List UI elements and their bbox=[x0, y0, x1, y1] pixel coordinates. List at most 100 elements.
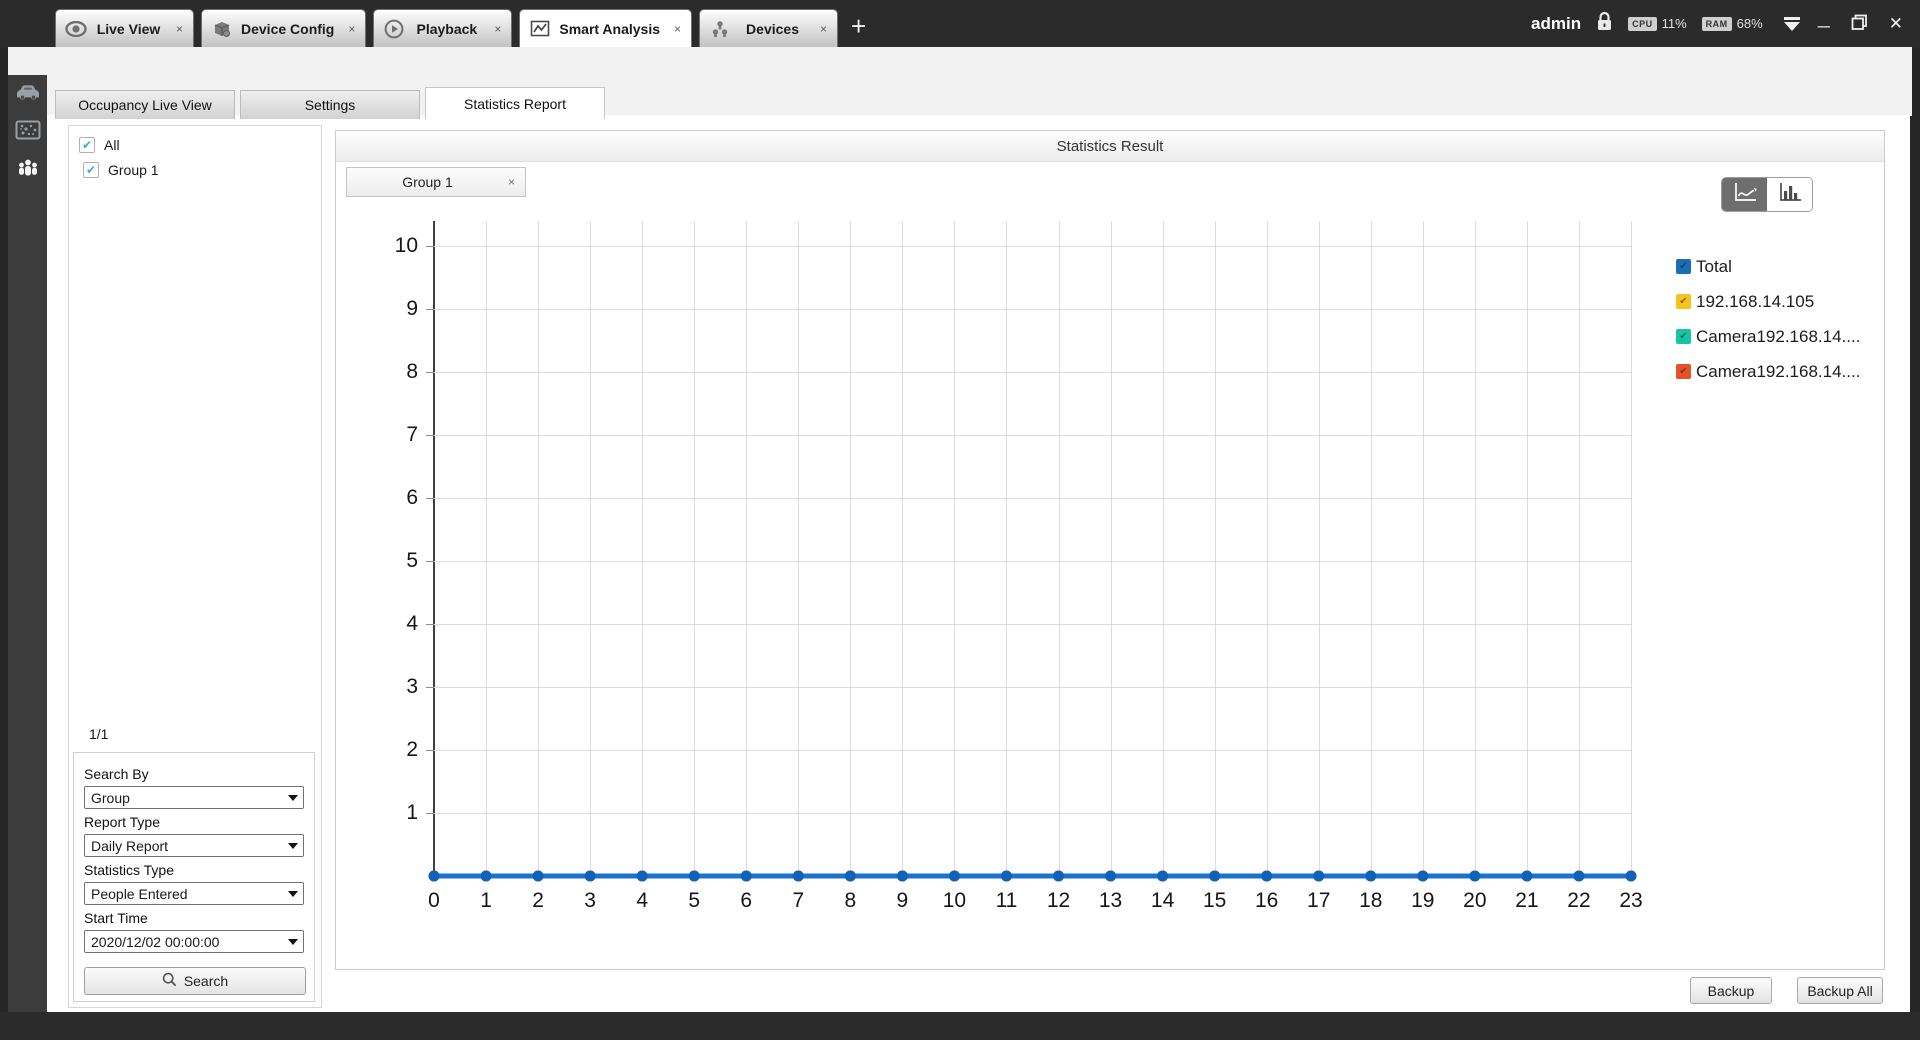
data-point bbox=[740, 870, 752, 882]
y-tick-label: 2 bbox=[406, 738, 418, 761]
x-tick-label: 20 bbox=[1463, 889, 1487, 912]
tab-close-icon[interactable]: × bbox=[170, 22, 183, 36]
tab-close-icon[interactable]: × bbox=[488, 22, 501, 36]
data-point bbox=[1469, 870, 1481, 882]
sidebar-item-anpr[interactable] bbox=[8, 75, 47, 113]
subtab-occupancy-live-view[interactable]: Occupancy Live View bbox=[55, 90, 235, 119]
report-type-select[interactable]: Daily Report bbox=[84, 834, 304, 857]
backup-button[interactable]: Backup bbox=[1690, 977, 1772, 1004]
chart-type-toggle bbox=[1721, 177, 1813, 212]
close-button[interactable]: ✕ bbox=[1886, 15, 1906, 32]
sidebar-item-heatmap[interactable] bbox=[8, 113, 47, 151]
data-point bbox=[1573, 870, 1585, 882]
x-tick-label: 3 bbox=[584, 889, 596, 912]
checkbox-checked-icon[interactable]: ✔ bbox=[83, 161, 99, 178]
data-point bbox=[584, 870, 596, 882]
tab-close-icon[interactable]: × bbox=[342, 22, 355, 36]
x-tick-label: 22 bbox=[1567, 889, 1591, 912]
result-group-tab[interactable]: Group 1 × bbox=[346, 167, 526, 197]
device-config-icon bbox=[211, 18, 233, 40]
restore-button[interactable] bbox=[1848, 14, 1871, 33]
y-tick-label: 10 bbox=[394, 234, 418, 257]
tree-item-group-1[interactable]: ✔ Group 1 bbox=[69, 157, 321, 182]
data-point bbox=[792, 870, 804, 882]
subtab-statistics-report[interactable]: Statistics Report bbox=[425, 87, 605, 119]
bar-chart-toggle-button[interactable] bbox=[1767, 178, 1812, 211]
menu-dropdown-icon[interactable] bbox=[1783, 16, 1800, 31]
statistics-type-select[interactable]: People Entered bbox=[84, 882, 304, 905]
ram-icon: RAM bbox=[1701, 16, 1732, 31]
legend-label: Camera192.168.14.... bbox=[1696, 361, 1861, 381]
tab-close-icon[interactable]: × bbox=[814, 22, 827, 36]
tab-devices[interactable]: Devices × bbox=[699, 9, 839, 47]
y-axis-tick bbox=[426, 309, 434, 310]
search-by-label: Search By bbox=[84, 766, 149, 782]
window-frame-bottom bbox=[0, 1012, 1920, 1040]
x-tick-label: 4 bbox=[636, 889, 649, 912]
statistics-type-value: People Entered bbox=[91, 885, 188, 902]
minimize-button[interactable]: ─ bbox=[1815, 18, 1833, 35]
subtab-label: Statistics Report bbox=[464, 95, 566, 112]
data-point bbox=[1521, 870, 1533, 882]
y-axis-tick bbox=[426, 624, 434, 625]
legend-checkbox-icon[interactable]: ✔ bbox=[1676, 259, 1691, 274]
legend-item[interactable]: ✔ 192.168.14.105 bbox=[1676, 284, 1860, 319]
group-tree-panel: ✔ All ✔ Group 1 1/1 Search By Group Repo… bbox=[68, 125, 322, 1008]
tree-item-label: All bbox=[104, 136, 120, 153]
eye-icon bbox=[65, 18, 87, 40]
new-tab-button[interactable]: + bbox=[851, 13, 866, 39]
line-chart-toggle-button[interactable] bbox=[1722, 178, 1767, 211]
start-time-select[interactable]: 2020/12/02 00:00:00 bbox=[84, 930, 304, 953]
x-tick-label: 15 bbox=[1202, 889, 1227, 912]
legend-checkbox-icon[interactable]: ✔ bbox=[1676, 364, 1691, 379]
y-tick-label: 4 bbox=[406, 612, 418, 635]
tab-device-config[interactable]: Device Config × bbox=[201, 9, 367, 47]
report-type-label: Report Type bbox=[84, 814, 161, 830]
tab-close-icon[interactable]: × bbox=[508, 175, 525, 189]
search-button[interactable]: Search bbox=[84, 967, 306, 995]
y-axis-tick bbox=[426, 246, 434, 247]
subtab-label: Settings bbox=[304, 97, 356, 113]
title-bar-right: admin CPU 11% RAM 68% ─ ✕ bbox=[1531, 0, 1906, 47]
subtab-settings[interactable]: Settings bbox=[240, 90, 420, 119]
tab-label: Device Config bbox=[241, 20, 335, 37]
x-tick-label: 21 bbox=[1515, 889, 1539, 912]
x-tick-label: 1 bbox=[480, 889, 492, 912]
x-tick-label: 16 bbox=[1255, 889, 1279, 912]
report-type-value: Daily Report bbox=[91, 837, 169, 854]
sub-tab-bar: Occupancy Live View Settings Statistics … bbox=[55, 87, 610, 119]
tab-playback[interactable]: Playback × bbox=[373, 9, 513, 47]
backup-button-label: Backup bbox=[1707, 982, 1755, 999]
lock-icon[interactable] bbox=[1596, 11, 1613, 37]
backup-all-button[interactable]: Backup All bbox=[1797, 977, 1883, 1004]
y-tick-label: 1 bbox=[406, 801, 418, 824]
data-point bbox=[1365, 870, 1377, 882]
legend-checkbox-icon[interactable]: ✔ bbox=[1676, 329, 1691, 344]
tree-item-all[interactable]: ✔ All bbox=[69, 132, 321, 157]
sidebar-item-people-counting[interactable] bbox=[8, 151, 47, 189]
y-axis-tick bbox=[426, 687, 434, 688]
y-tick-label: 3 bbox=[406, 675, 418, 698]
application-window: Live View × Device Config × Playback × S… bbox=[0, 0, 1920, 1040]
x-tick-label: 10 bbox=[942, 889, 967, 912]
x-tick-label: 12 bbox=[1046, 889, 1071, 912]
tab-smart-analysis[interactable]: Smart Analysis × bbox=[519, 9, 693, 47]
search-by-select[interactable]: Group bbox=[84, 786, 304, 809]
checkbox-checked-icon[interactable]: ✔ bbox=[79, 136, 95, 153]
result-panel-header: Statistics Result bbox=[336, 131, 1884, 162]
statistics-type-label: Statistics Type bbox=[84, 862, 175, 878]
data-point bbox=[1261, 870, 1273, 882]
x-tick-label: 0 bbox=[428, 889, 440, 912]
y-axis-tick bbox=[426, 498, 434, 499]
tab-label: Smart Analysis bbox=[559, 20, 661, 37]
x-tick-label: 9 bbox=[896, 889, 909, 912]
search-form: Search By Group Report Type Daily Report… bbox=[73, 752, 315, 1002]
chevron-down-icon bbox=[288, 843, 298, 849]
search-button-label: Search bbox=[183, 973, 229, 989]
legend-item[interactable]: ✔ Total bbox=[1676, 249, 1860, 284]
tab-close-icon[interactable]: × bbox=[668, 22, 681, 36]
legend-item[interactable]: ✔ Camera192.168.14.... bbox=[1676, 354, 1860, 389]
legend-checkbox-icon[interactable]: ✔ bbox=[1676, 294, 1691, 309]
legend-item[interactable]: ✔ Camera192.168.14.... bbox=[1676, 319, 1860, 354]
tab-live-view[interactable]: Live View × bbox=[55, 9, 194, 47]
